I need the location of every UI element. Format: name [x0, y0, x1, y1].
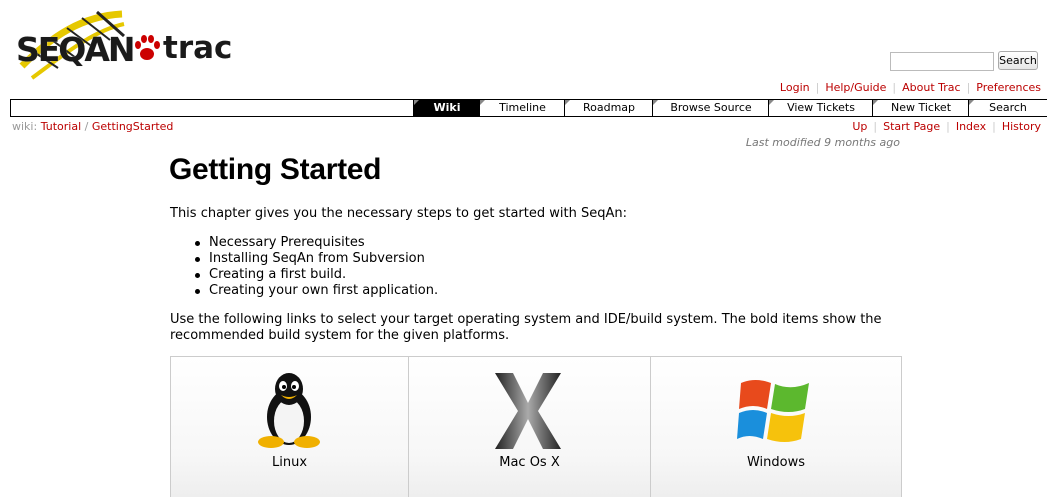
- list-item-text: Creating your own first application.: [209, 283, 439, 298]
- tab-wiki[interactable]: Wiki: [413, 100, 480, 116]
- list-item: Installing SeqAn from Subversion: [193, 251, 438, 267]
- tab-new-ticket[interactable]: New Ticket: [872, 100, 969, 116]
- list-item: Necessary Prerequisites: [193, 235, 438, 251]
- context-nav: Up | Start Page | Index | History: [852, 120, 1041, 133]
- tab-search[interactable]: Search: [968, 100, 1047, 116]
- tab-corner-icon: [969, 100, 974, 105]
- separator: |: [815, 81, 820, 94]
- tab-label: Timeline: [499, 101, 546, 114]
- bullet-icon: [195, 257, 200, 262]
- mac-os-x-icon: [495, 373, 561, 449]
- separator: |: [946, 120, 950, 133]
- main-nav: Wiki Timeline Roadmap Browse Source View…: [10, 99, 1047, 117]
- separator: |: [992, 120, 996, 133]
- platform-label: Windows: [746, 455, 806, 470]
- tab-corner-icon: [414, 100, 419, 105]
- last-modified: Last modified 9 months ago: [746, 136, 900, 149]
- windows-logo-icon: [737, 380, 809, 442]
- tab-corner-icon: [873, 100, 878, 105]
- platform-windows[interactable]: Windows: [651, 357, 901, 497]
- tab-timeline[interactable]: Timeline: [479, 100, 565, 116]
- metanav: Login | Help/Guide | About Trac | Prefer…: [780, 81, 1041, 94]
- page-title: Getting Started: [169, 153, 382, 186]
- breadcrumb-prefix: wiki:: [12, 120, 38, 133]
- help-guide-link[interactable]: Help/Guide: [825, 81, 886, 94]
- steps-list: Necessary Prerequisites Installing SeqAn…: [193, 235, 438, 299]
- tab-label: Wiki: [433, 101, 461, 114]
- separator: |: [892, 81, 897, 94]
- list-item-text: Necessary Prerequisites: [209, 235, 365, 250]
- search-input[interactable]: [890, 52, 994, 71]
- separator: |: [873, 120, 878, 133]
- list-item: Creating a first build.: [193, 267, 438, 283]
- platform-label: Linux: [271, 455, 308, 470]
- logo-trac-text: trac: [163, 30, 233, 66]
- login-link[interactable]: Login: [780, 81, 810, 94]
- list-item-text: Creating a first build.: [209, 267, 347, 282]
- tab-corner-icon: [565, 100, 570, 105]
- breadcrumb-tutorial[interactable]: Tutorial: [41, 120, 81, 133]
- logo-seqan-text: SEQAN: [16, 30, 136, 69]
- index-link[interactable]: Index: [956, 120, 986, 133]
- bullet-icon: [195, 289, 200, 294]
- seqan-trac-logo[interactable]: SEQAN trac: [12, 6, 242, 84]
- tab-label: Search: [989, 101, 1027, 114]
- start-page-link[interactable]: Start Page: [883, 120, 940, 133]
- bullet-icon: [195, 241, 200, 246]
- platform-macosx[interactable]: Mac Os X: [409, 357, 651, 497]
- tab-corner-icon: [653, 100, 658, 105]
- breadcrumb-gettingstarted[interactable]: GettingStarted: [92, 120, 174, 133]
- tux-penguin-icon: [258, 373, 320, 448]
- platform-table: Linux Mac Os X Windows: [170, 356, 902, 497]
- platform-label: Mac Os X: [499, 455, 560, 470]
- separator: |: [966, 81, 971, 94]
- tab-browse-source[interactable]: Browse Source: [652, 100, 769, 116]
- up-link[interactable]: Up: [852, 120, 867, 133]
- history-link[interactable]: History: [1002, 120, 1041, 133]
- preferences-link[interactable]: Preferences: [976, 81, 1041, 94]
- tab-label: View Tickets: [787, 101, 855, 114]
- last-modified-value[interactable]: 9 months ago: [824, 136, 900, 149]
- breadcrumb-sep: /: [84, 120, 89, 133]
- tab-corner-icon: [769, 100, 774, 105]
- list-item: Creating your own first application.: [193, 283, 438, 299]
- paw-icon: [135, 35, 160, 60]
- about-trac-link[interactable]: About Trac: [902, 81, 960, 94]
- platform-linux[interactable]: Linux: [171, 357, 409, 497]
- tab-label: Browse Source: [670, 101, 752, 114]
- breadcrumb: wiki: Tutorial / GettingStarted: [12, 120, 173, 133]
- tab-label: New Ticket: [890, 101, 952, 114]
- outro-paragraph: Use the following links to select your t…: [170, 312, 882, 343]
- tab-label: Roadmap: [582, 101, 636, 114]
- tab-view-tickets[interactable]: View Tickets: [768, 100, 873, 116]
- last-modified-label: Last modified: [745, 136, 821, 149]
- list-item-text: Installing SeqAn from Subversion: [209, 251, 425, 266]
- search-button[interactable]: Search: [998, 51, 1038, 70]
- tab-roadmap[interactable]: Roadmap: [564, 100, 653, 116]
- bullet-icon: [195, 273, 200, 278]
- intro-paragraph: This chapter gives you the necessary ste…: [170, 206, 627, 221]
- tab-corner-icon: [480, 100, 485, 105]
